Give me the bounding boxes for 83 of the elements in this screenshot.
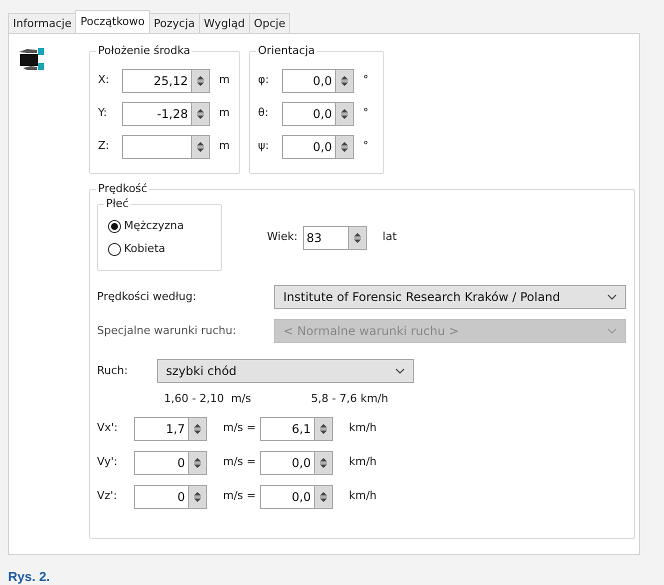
field-label: Vz': [97, 488, 118, 504]
number-field[interactable] [122, 134, 192, 158]
tab[interactable]: Informacje [8, 13, 76, 33]
unit-label: m/s = [223, 420, 256, 436]
up-down-arrows-icon [194, 422, 201, 434]
number-field[interactable]: 0,0 [260, 484, 315, 508]
unit-label: ° [363, 138, 368, 154]
up-down-arrows-icon [320, 422, 327, 434]
number-field[interactable]: 25,12 [122, 68, 192, 92]
up-down-arrows-icon [197, 140, 204, 152]
unit-label: ° [363, 105, 368, 122]
number-field[interactable]: 1,7 [134, 416, 189, 440]
field-label: Prędkości według: [97, 288, 198, 305]
spin-button[interactable] [348, 226, 367, 250]
radio-option[interactable]: Kobieta [108, 238, 166, 261]
unit-label: km/h [348, 420, 377, 436]
range-label: 5,8 - 7,6 km/h [311, 391, 388, 407]
unit-label: m [219, 72, 230, 88]
group-title: Prędkość [96, 182, 150, 196]
field-label: Wiek: [267, 229, 298, 246]
spin-button[interactable] [336, 134, 354, 158]
tab[interactable]: Wygląd [198, 13, 250, 33]
unit-label: lat [382, 229, 397, 246]
number-field[interactable]: 0,0 [282, 68, 336, 92]
spin-button[interactable] [314, 450, 333, 474]
unit-label: m/s = [223, 488, 256, 504]
field-label: Y: [98, 105, 108, 122]
caret-icon [607, 328, 617, 334]
field-label: Vy': [97, 454, 118, 470]
spin-button[interactable] [336, 68, 354, 92]
spin-button[interactable] [192, 68, 210, 92]
spin-button[interactable] [314, 484, 333, 508]
field-label: Vx': [97, 420, 119, 436]
tab[interactable]: Pozycja [148, 13, 200, 33]
spin-button[interactable] [192, 102, 210, 126]
up-down-arrows-icon [194, 490, 201, 502]
field-label: ψ: [258, 138, 270, 154]
number-field[interactable]: 0,0 [282, 102, 336, 126]
field-label: Z: [98, 138, 110, 154]
tab[interactable]: Początkowo [75, 10, 150, 33]
unit-label: m [219, 138, 230, 154]
unit-label: m/s = [223, 454, 256, 470]
up-down-arrows-icon [197, 108, 204, 120]
up-down-arrows-icon [197, 74, 204, 86]
caret-icon [607, 294, 617, 300]
spin-button[interactable] [189, 416, 207, 440]
number-field[interactable]: 0 [134, 484, 189, 508]
field-label: θ: [258, 105, 270, 122]
hands-block-icon [19, 46, 45, 72]
dropdown[interactable]: szybki chód [157, 359, 414, 383]
unit-label: m [219, 105, 230, 122]
field-label: φ: [258, 72, 270, 88]
figure-caption: Rys. 2. [7, 568, 51, 585]
radio-option[interactable]: Mężczyzna [108, 215, 184, 238]
unit-label: km/h [348, 488, 377, 504]
up-down-arrows-icon [320, 490, 327, 502]
caret-icon [395, 368, 405, 374]
dropdown[interactable]: Institute of Forensic Research Kraków / Poland [274, 285, 626, 309]
number-field[interactable]: -1,28 [122, 102, 192, 126]
range-label: 1,60 - 2,10 m/s [164, 391, 252, 407]
spin-button[interactable] [192, 134, 210, 158]
field-label: Specjalne warunki ruchu: [97, 322, 238, 339]
up-down-arrows-icon [354, 232, 361, 244]
up-down-arrows-icon [320, 456, 327, 468]
unit-label: km/h [348, 454, 377, 470]
group-title: Orientacja [256, 44, 317, 58]
number-field[interactable]: 83 [302, 226, 349, 250]
up-down-arrows-icon [341, 140, 348, 152]
number-field[interactable]: 6,1 [260, 416, 315, 440]
number-field[interactable]: 0 [134, 450, 189, 474]
spin-button[interactable] [189, 450, 207, 474]
field-label: X: [98, 72, 110, 88]
up-down-arrows-icon [194, 456, 201, 468]
number-field[interactable]: 0,0 [260, 450, 315, 474]
up-down-arrows-icon [341, 74, 348, 86]
spin-button[interactable] [189, 484, 207, 508]
up-down-arrows-icon [341, 108, 348, 120]
tab[interactable]: Opcje [248, 13, 290, 33]
spin-button[interactable] [336, 102, 354, 126]
spin-button[interactable] [314, 416, 333, 440]
field-label: Ruch: [97, 362, 129, 379]
unit-label: ° [363, 72, 368, 88]
number-field[interactable]: 0,0 [282, 134, 336, 158]
